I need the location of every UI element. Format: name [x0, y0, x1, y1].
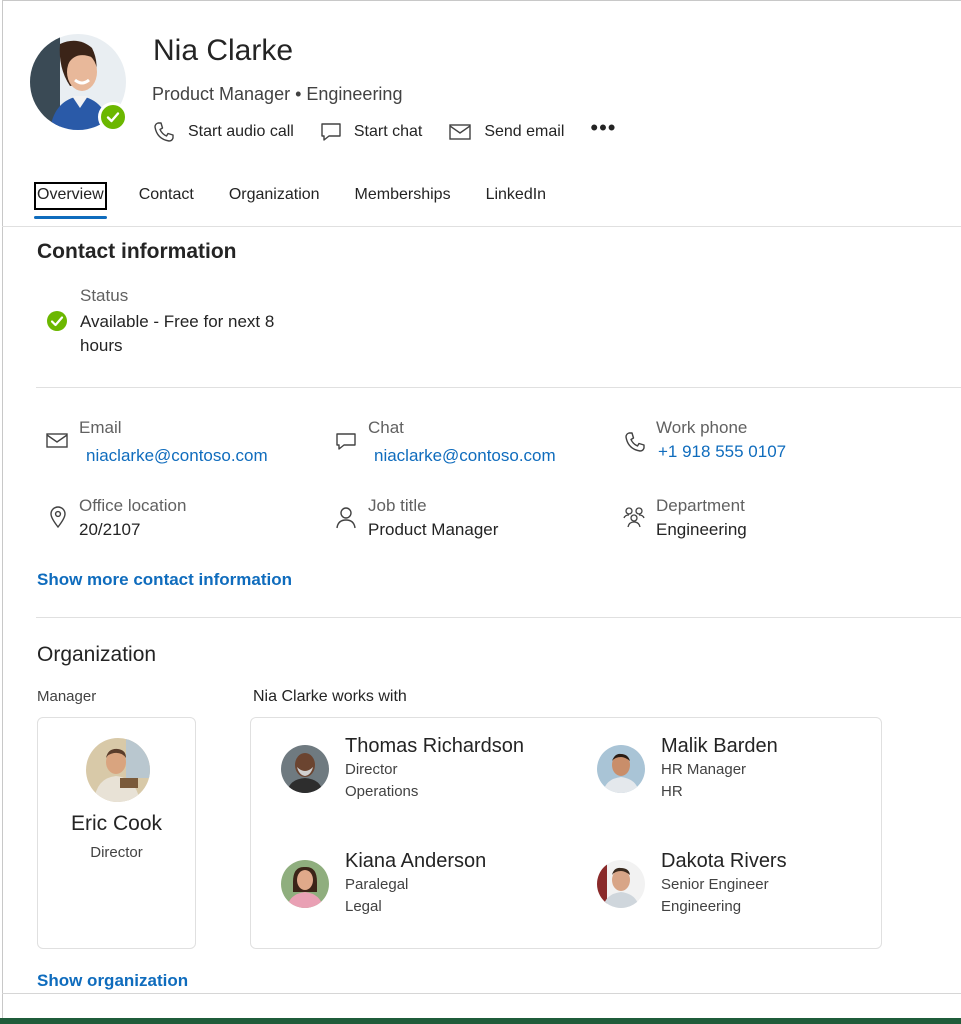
department-label: Department: [656, 496, 745, 515]
organization-divider: [36, 617, 961, 618]
job-title-label: Job title: [368, 496, 427, 515]
colleague-department: Legal: [345, 898, 382, 915]
manager-title: Director: [90, 844, 143, 861]
manager-card[interactable]: Eric Cook Director: [37, 717, 196, 949]
colleague-department: Operations: [345, 783, 419, 800]
people-group-icon: [623, 506, 645, 533]
mail-icon: [449, 124, 472, 140]
organization-title: Organization: [37, 643, 157, 666]
manager-name: Eric Cook: [70, 812, 163, 835]
colleague-title: Paralegal: [345, 876, 409, 893]
chat-icon: [321, 123, 341, 141]
profile-name: Nia Clarke: [153, 34, 294, 67]
tab-memberships[interactable]: Memberships: [354, 184, 452, 208]
person-icon: [335, 506, 357, 535]
colleague-department: Engineering: [661, 898, 742, 915]
chat-label: Chat: [368, 418, 404, 437]
colleague-name: Thomas Richardson: [345, 735, 524, 757]
tabs-divider: [2, 226, 961, 227]
tab-organization[interactable]: Organization: [228, 184, 321, 208]
profile-subtitle: Product Manager • Engineering: [152, 84, 403, 104]
colleague-avatar: [281, 860, 329, 908]
bottom-divider: [2, 993, 961, 994]
colleague-title: HR Manager: [661, 761, 747, 778]
available-status-icon: [46, 310, 68, 337]
works-with-label: Nia Clarke works with: [253, 688, 407, 705]
available-presence-icon: [98, 102, 128, 132]
tab-contact[interactable]: Contact: [138, 184, 195, 208]
department-value: Engineering: [656, 520, 747, 539]
colleague-title: Senior Engineer: [661, 876, 769, 893]
mail-icon: [46, 432, 68, 455]
tab-linkedin[interactable]: LinkedIn: [485, 184, 548, 208]
colleague-avatar: [597, 745, 645, 793]
start-audio-call-button[interactable]: Start audio call: [152, 120, 294, 144]
colleague-name: Kiana Anderson: [345, 850, 487, 872]
email-label: Email: [79, 418, 122, 437]
manager-label: Manager: [37, 688, 97, 705]
location-pin-icon: [49, 506, 67, 533]
tab-overview[interactable]: Overview: [34, 182, 107, 219]
more-options-icon[interactable]: •••: [590, 115, 616, 141]
office-location-label: Office location: [79, 496, 187, 515]
phone-icon: [623, 430, 647, 459]
colleague-department: HR: [661, 783, 683, 800]
status-value: Available - Free for next 8 hours: [80, 312, 275, 355]
colleague-title: Director: [345, 761, 398, 778]
start-chat-button[interactable]: Start chat: [320, 121, 422, 143]
taskbar-strip: [0, 1018, 961, 1024]
contact-information-title: Contact information: [37, 240, 237, 263]
quick-actions: Start audio call Start chat Send email •…: [152, 115, 616, 146]
send-email-label: Send email: [484, 123, 565, 140]
send-email-button[interactable]: Send email: [448, 122, 564, 142]
phone-icon: [154, 122, 174, 142]
start-chat-label: Start chat: [353, 123, 423, 140]
contact-divider: [36, 387, 961, 388]
colleague-name: Dakota Rivers: [661, 850, 787, 872]
works-with-card: Thomas Richardson Director Operations Ma…: [250, 717, 882, 949]
colleague-avatar: [597, 860, 645, 908]
show-more-contact-link[interactable]: Show more contact information: [37, 570, 292, 590]
colleague-avatar: [281, 745, 329, 793]
work-phone-label: Work phone: [656, 418, 748, 437]
status-label: Status: [80, 286, 129, 305]
chat-icon: [335, 432, 357, 457]
email-link[interactable]: niaclarke@contoso.com: [86, 446, 339, 466]
colleague-name: Malik Barden: [661, 735, 778, 757]
start-audio-call-label: Start audio call: [188, 123, 294, 140]
manager-avatar: [86, 738, 150, 802]
profile-tabs: Overview Contact Organization Membership…: [34, 182, 580, 224]
job-title-value: Product Manager: [368, 520, 499, 539]
office-location-value: 20/2107: [79, 520, 141, 539]
chat-link[interactable]: niaclarke@contoso.com: [374, 446, 628, 466]
show-organization-link[interactable]: Show organization: [37, 971, 188, 991]
work-phone-link[interactable]: +1 918 555 0107: [658, 442, 916, 462]
